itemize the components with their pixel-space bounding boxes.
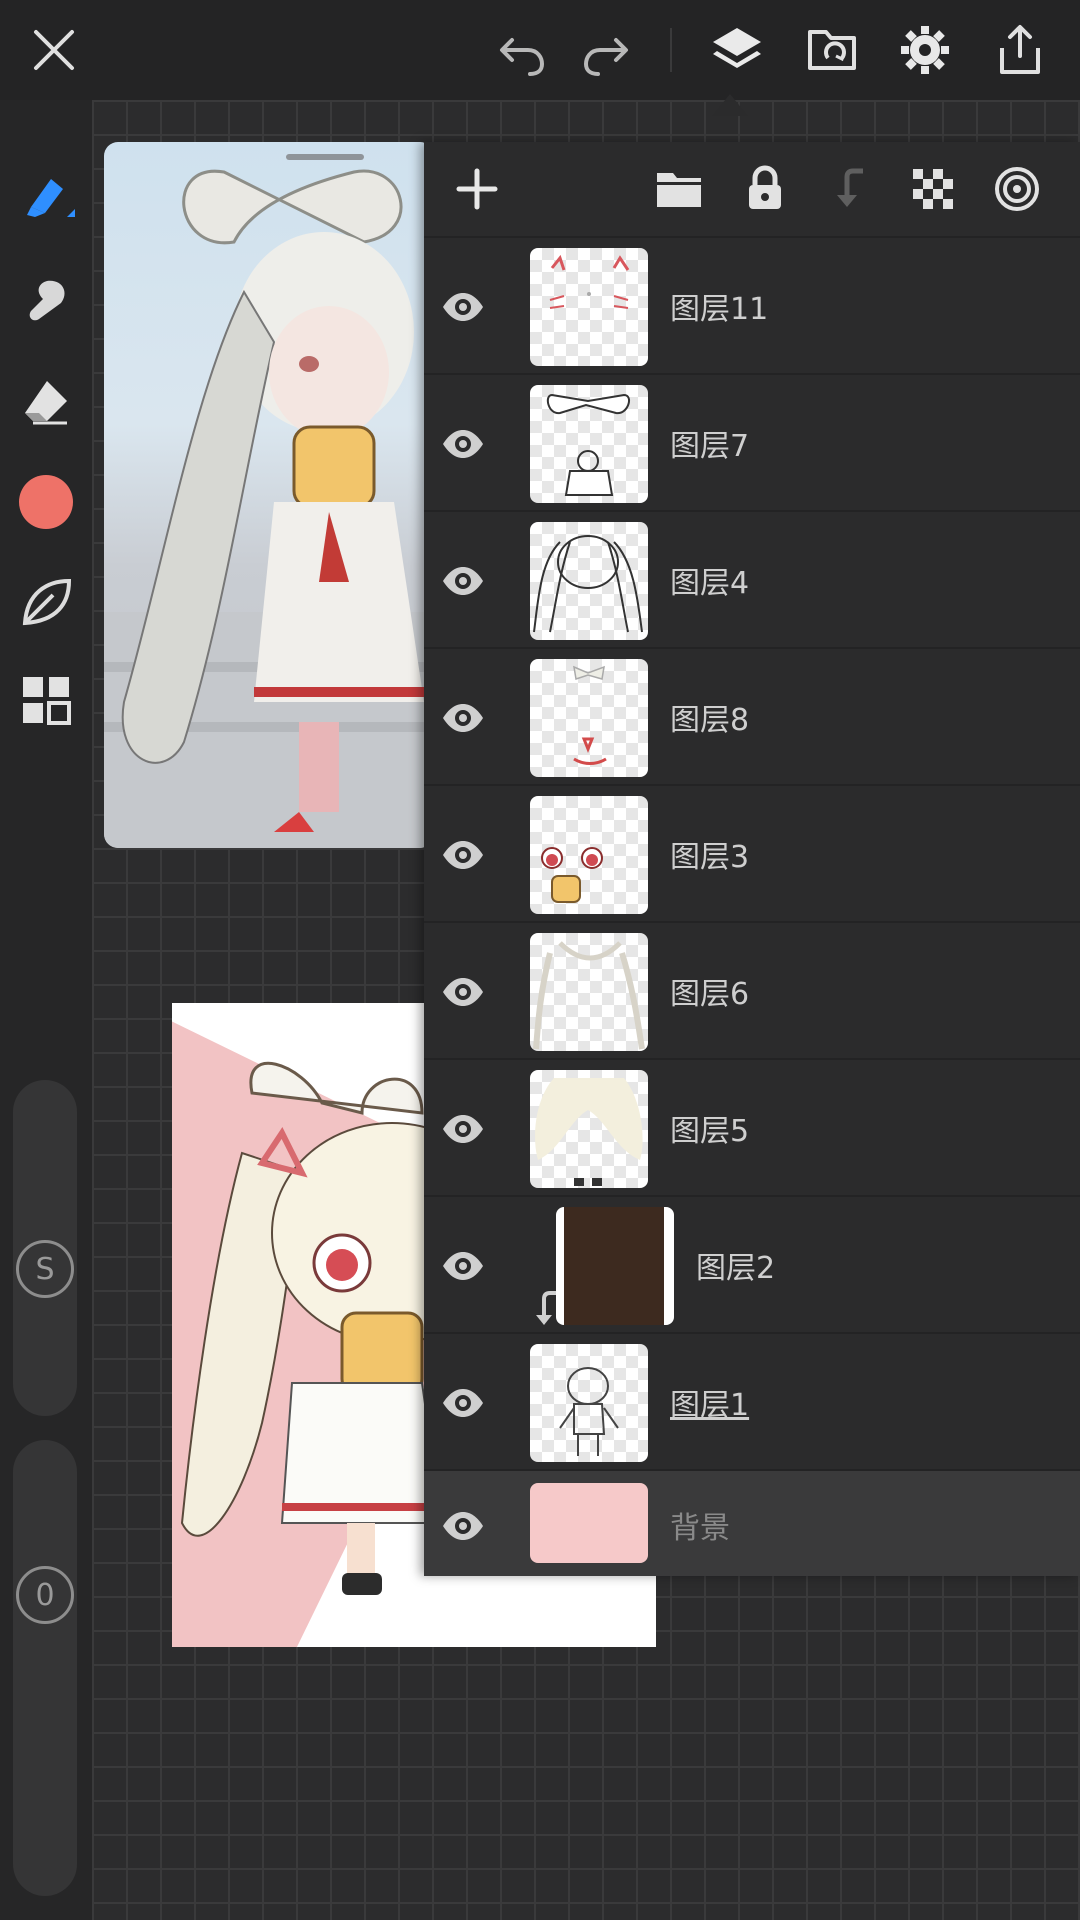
toolbar-divider <box>670 28 672 72</box>
layer-name: 图层4 <box>670 566 750 601</box>
layer-row[interactable]: 图层7 <box>424 373 1080 510</box>
brush-size-slider[interactable]: S <box>13 1080 77 1416</box>
eye-icon[interactable] <box>438 693 488 743</box>
layer-name: 图层11 <box>670 292 769 327</box>
close-icon[interactable] <box>22 18 86 82</box>
share-icon[interactable] <box>988 18 1052 82</box>
background-color-swatch[interactable] <box>530 1483 648 1563</box>
eye-icon[interactable] <box>438 1501 488 1551</box>
target-icon[interactable] <box>988 160 1046 218</box>
eraser-icon[interactable] <box>14 370 78 434</box>
color-swatch[interactable] <box>14 470 78 534</box>
merge-down-icon[interactable] <box>820 160 878 218</box>
transparency-icon[interactable] <box>904 160 962 218</box>
redo-icon[interactable] <box>574 18 638 82</box>
layer-row[interactable]: 图层11 <box>424 236 1080 373</box>
eye-icon[interactable] <box>438 282 488 332</box>
layer-name: 背景 <box>670 1511 730 1546</box>
paint-app: S 0 图层11 图层7 图层4 图层8 图层3 图层6 图层5 图层2 图层1… <box>0 0 1080 1920</box>
leaf-icon[interactable] <box>14 570 78 634</box>
layers-toolbar <box>424 142 1080 236</box>
layers-panel: 图层11 图层7 图层4 图层8 图层3 图层6 图层5 图层2 图层1 背景 <box>424 142 1080 1576</box>
layer-thumbnail <box>530 796 648 914</box>
top-toolbar <box>0 0 1080 100</box>
layer-name: 图层3 <box>670 840 750 875</box>
layer-thumbnail <box>530 248 648 366</box>
layer-name: 图层5 <box>670 1114 750 1149</box>
add-layer-icon[interactable] <box>448 160 506 218</box>
layer-name: 图层2 <box>696 1251 776 1286</box>
eye-icon[interactable] <box>438 556 488 606</box>
undo-icon[interactable] <box>490 18 554 82</box>
layer-row[interactable]: 图层5 <box>424 1058 1080 1195</box>
eye-icon[interactable] <box>438 1241 488 1291</box>
layer-thumbnail <box>530 659 648 777</box>
eye-icon[interactable] <box>438 419 488 469</box>
layer-thumbnail <box>530 522 648 640</box>
opacity-knob[interactable]: 0 <box>16 1566 74 1624</box>
eye-icon[interactable] <box>438 830 488 880</box>
layer-row[interactable]: 图层1 <box>424 1332 1080 1469</box>
layer-thumbnail <box>530 1070 648 1188</box>
reference-drag-handle[interactable] <box>286 154 364 160</box>
layer-thumbnail <box>530 385 648 503</box>
lock-icon[interactable] <box>736 160 794 218</box>
layer-thumbnail <box>530 1344 648 1462</box>
pen-icon[interactable] <box>14 166 78 230</box>
layer-name: 图层8 <box>670 703 750 738</box>
layer-row[interactable]: 图层2 <box>424 1195 1080 1332</box>
reference-image[interactable] <box>104 142 434 848</box>
left-toolbar: S 0 <box>0 100 92 1920</box>
layers-panel-pointer <box>712 94 748 116</box>
folder-icon[interactable] <box>650 160 708 218</box>
layer-row[interactable]: 图层4 <box>424 510 1080 647</box>
eye-icon[interactable] <box>438 1104 488 1154</box>
grid-icon[interactable] <box>14 668 78 732</box>
reference-picture <box>104 169 434 848</box>
layer-name: 图层6 <box>670 977 750 1012</box>
background-layer-row[interactable]: 背景 <box>424 1469 1080 1576</box>
opacity-slider[interactable]: 0 <box>13 1440 77 1896</box>
layer-row[interactable]: 图层6 <box>424 921 1080 1058</box>
layers-icon[interactable] <box>705 18 769 82</box>
layer-row[interactable]: 图层3 <box>424 784 1080 921</box>
layer-name: 图层1 <box>670 1388 750 1423</box>
layer-thumbnail <box>556 1207 674 1325</box>
gear-icon[interactable] <box>893 18 957 82</box>
size-knob[interactable]: S <box>16 1240 74 1298</box>
eye-icon[interactable] <box>438 1378 488 1428</box>
layer-name: 图层7 <box>670 429 750 464</box>
layer-thumbnail <box>530 933 648 1051</box>
smudge-icon[interactable] <box>14 268 78 332</box>
folder-sync-icon[interactable] <box>800 18 864 82</box>
eye-icon[interactable] <box>438 967 488 1017</box>
layer-row[interactable]: 图层8 <box>424 647 1080 784</box>
